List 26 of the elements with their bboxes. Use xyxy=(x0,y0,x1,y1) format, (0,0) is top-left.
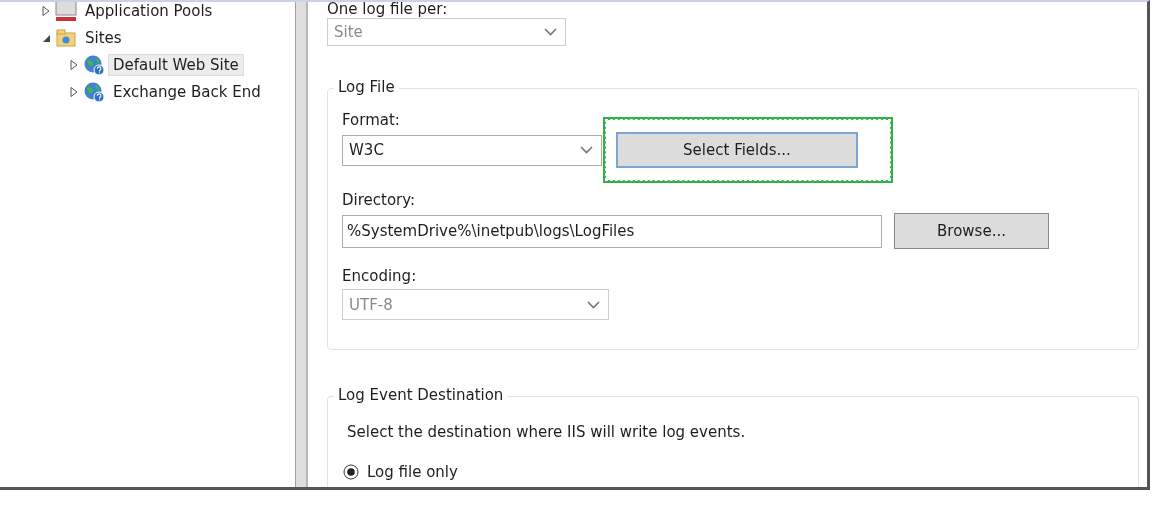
tree-item[interactable]: Default Web Site xyxy=(108,53,244,76)
field-label: Format: xyxy=(342,111,401,129)
field-label: Encoding: xyxy=(342,267,418,285)
globe-question-icon xyxy=(83,80,105,103)
field-label: Directory: xyxy=(342,191,417,209)
server-icon xyxy=(55,2,77,22)
description-text: Select the destination where IIS will write log events. xyxy=(347,423,747,441)
field-label: One log file per: xyxy=(327,2,449,19)
select-fields-button[interactable]: Select Fields... xyxy=(616,132,858,168)
tree-item[interactable]: Exchange Back End xyxy=(108,80,266,103)
folder-icon xyxy=(55,26,77,49)
tree-item[interactable]: Sites xyxy=(80,26,127,49)
dropdown[interactable]: W3C xyxy=(342,134,602,166)
group-title: Log Event Destination xyxy=(334,386,508,404)
globe-question-icon xyxy=(83,53,105,76)
browse-button[interactable]: Browse... xyxy=(894,213,1049,249)
directory-input[interactable]: %SystemDrive%\inetpub\logs\LogFiles xyxy=(342,214,882,248)
chevron-down-icon xyxy=(544,28,557,37)
collapsed-triangle-icon[interactable] xyxy=(68,85,80,98)
collapsed-triangle-icon[interactable] xyxy=(40,4,52,17)
tree-item[interactable]: Application Pools xyxy=(80,2,218,22)
collapsed-triangle-icon[interactable] xyxy=(68,58,80,71)
radio-option[interactable]: Log file only xyxy=(343,463,458,481)
group-title: Log File xyxy=(334,78,399,96)
chevron-down-icon xyxy=(580,146,593,154)
chevron-down-icon xyxy=(587,300,600,309)
